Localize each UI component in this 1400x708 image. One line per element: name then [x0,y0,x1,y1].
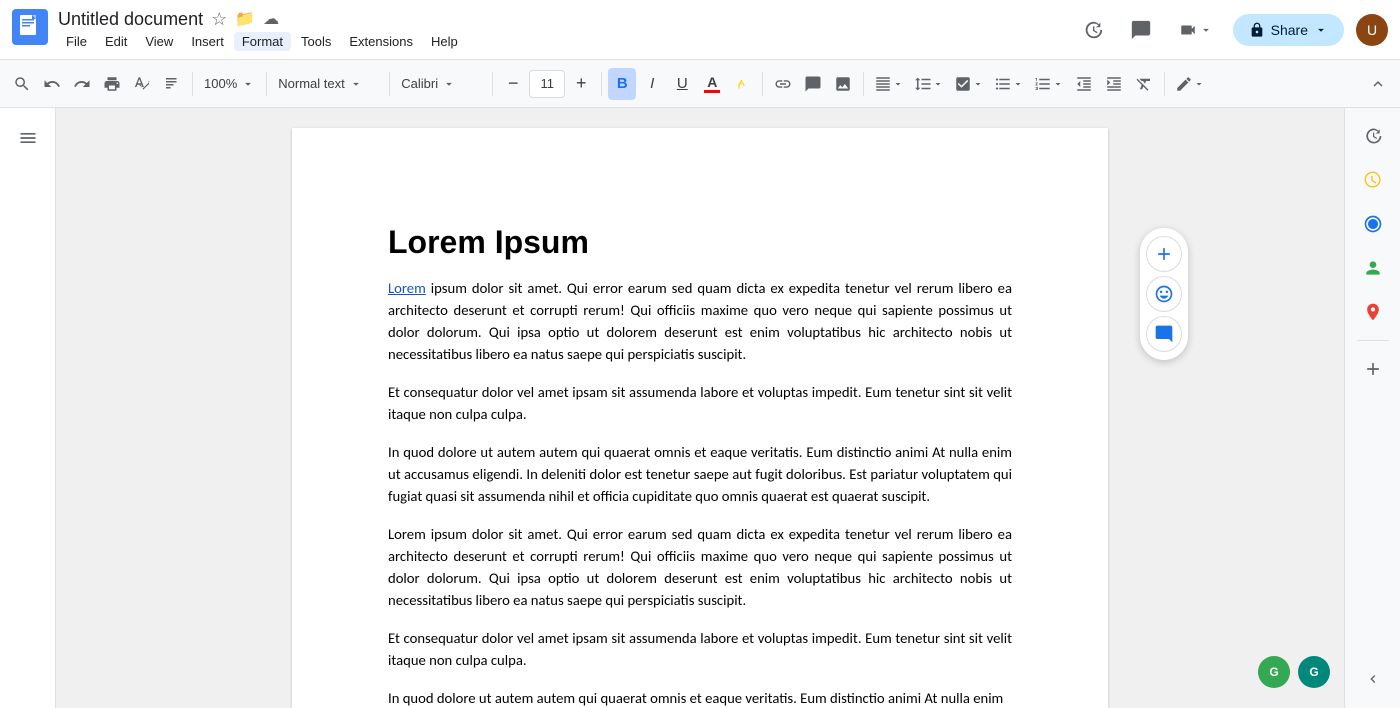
menu-bar: File Edit View Insert Format Tools Exten… [58,32,1075,51]
paragraph-4: Lorem ipsum dolor sit amet. Qui error ea… [388,523,1012,611]
menu-insert[interactable]: Insert [183,32,232,51]
share-label: Share [1271,22,1308,38]
assistant-icon[interactable]: G [1298,656,1330,688]
redo-button[interactable] [68,68,96,100]
sep1 [192,72,193,96]
font-size-decrease-button[interactable]: − [499,68,527,100]
history-button[interactable] [1075,12,1111,48]
menu-view[interactable]: View [137,32,181,51]
sep3 [389,72,390,96]
sidebar-sep [1357,340,1389,341]
bullet-list-button[interactable] [990,68,1028,100]
avatar[interactable]: U [1356,14,1388,46]
doc-title-row: Untitled document ☆ 📁 ☁ [58,9,1075,30]
align-button[interactable] [870,68,908,100]
folder-icon[interactable]: 📁 [235,9,255,29]
float-add-button[interactable] [1146,236,1182,272]
checklist-button[interactable] [950,68,988,100]
chat-button[interactable] [1123,12,1159,48]
menu-file[interactable]: File [58,32,95,51]
left-panel [0,108,56,708]
right-sidebar [1344,108,1400,708]
insert-comment-button[interactable] [799,68,827,100]
page: Lorem Ipsum Lorem ipsum dolor sit amet. … [292,128,1108,708]
sep2 [266,72,267,96]
text-color-button[interactable]: A [698,68,726,100]
main-area: Lorem Ipsum Lorem ipsum dolor sit amet. … [0,108,1400,708]
indent-decrease-button[interactable] [1070,68,1098,100]
numbered-list-button[interactable] [1030,68,1068,100]
menu-tools[interactable]: Tools [293,32,339,51]
outline-toggle[interactable] [10,120,46,161]
line-spacing-button[interactable] [910,68,948,100]
toolbar: 100% Normal text Calibri − + B I U A [0,60,1400,108]
lorem-link[interactable]: Lorem [388,279,426,297]
float-emoji-button[interactable] [1146,276,1182,312]
spellcheck-button[interactable] [128,68,156,100]
title-right: Share U [1075,12,1388,48]
doc-heading: Lorem Ipsum [388,224,1012,261]
font-size-increase-button[interactable]: + [567,68,595,100]
menu-format[interactable]: Format [234,32,291,51]
clear-formatting-button[interactable] [1130,68,1158,100]
expand-panel[interactable] [1365,671,1381,708]
title-area: Untitled document ☆ 📁 ☁ File Edit View I… [58,9,1075,51]
video-button[interactable] [1171,12,1221,48]
text-style-select[interactable]: Normal text [273,68,383,100]
sidebar-contacts-icon[interactable] [1353,248,1393,288]
undo-button[interactable] [38,68,66,100]
share-button[interactable]: Share [1233,14,1344,46]
menu-edit[interactable]: Edit [97,32,135,51]
indent-increase-button[interactable] [1100,68,1128,100]
paint-format-button[interactable] [158,68,186,100]
title-bar: Untitled document ☆ 📁 ☁ File Edit View I… [0,0,1400,60]
cloud-icon[interactable]: ☁ [263,9,279,29]
sidebar-keep-icon[interactable] [1353,160,1393,200]
star-icon[interactable]: ☆ [211,9,227,30]
grammarly-icon[interactable]: G [1258,656,1290,688]
highlight-color-button[interactable] [728,68,756,100]
sep7 [863,72,864,96]
sep8 [1164,72,1165,96]
print-button[interactable] [98,68,126,100]
sep4 [492,72,493,96]
bottom-right-icons: G G [1258,656,1330,688]
paragraph-6: In quod dolore ut autem autem qui quaera… [388,687,1012,708]
sidebar-history-icon[interactable] [1353,116,1393,156]
font-select[interactable]: Calibri [396,68,486,100]
paragraph-5: Et consequatur dolor vel amet ipsam sit … [388,627,1012,671]
sep5 [601,72,602,96]
search-button[interactable] [8,68,36,100]
bold-button[interactable]: B [608,68,636,100]
italic-button[interactable]: I [638,68,666,100]
doc-area[interactable]: Lorem Ipsum Lorem ipsum dolor sit amet. … [56,108,1344,708]
link-button[interactable] [769,68,797,100]
paragraph-3: In quod dolore ut autem autem qui quaera… [388,441,1012,507]
menu-extensions[interactable]: Extensions [341,32,421,51]
doc-icon [12,9,58,50]
collapse-toolbar-button[interactable] [1364,68,1392,100]
doc-title[interactable]: Untitled document [58,9,203,30]
editing-mode-button[interactable] [1171,68,1209,100]
zoom-select[interactable]: 100% [199,68,260,100]
float-comment-button[interactable] [1146,316,1182,352]
sidebar-add-icon[interactable] [1353,349,1393,389]
underline-button[interactable]: U [668,68,696,100]
paragraph-1: Lorem ipsum dolor sit amet. Qui error ea… [388,277,1012,365]
paragraph-2: Et consequatur dolor vel amet ipsam sit … [388,381,1012,425]
insert-image-button[interactable] [829,68,857,100]
float-toolbar [1140,228,1188,360]
sep6 [762,72,763,96]
font-size-input[interactable] [529,70,565,98]
menu-help[interactable]: Help [423,32,466,51]
sidebar-tasks-icon[interactable] [1353,204,1393,244]
sidebar-maps-icon[interactable] [1353,292,1393,332]
